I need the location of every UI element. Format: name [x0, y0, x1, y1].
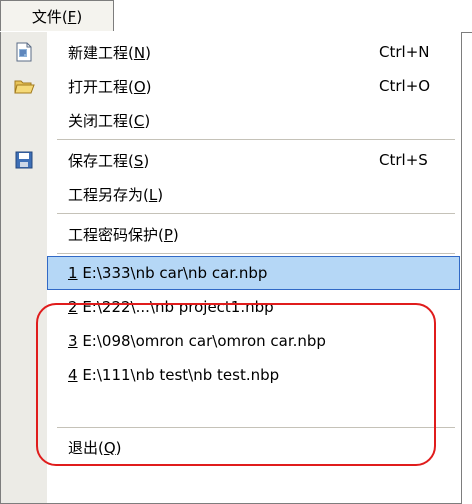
- shortcut-text: Ctrl+N: [379, 43, 430, 61]
- menu-item-exit[interactable]: 退出(Q): [1, 430, 461, 464]
- menu-item-save-as[interactable]: 工程另存为(L): [1, 177, 461, 211]
- recent-file-label: 2 E:\222\...\nb project1.nbp: [68, 298, 274, 316]
- menu-item-label: 工程密码保护(P): [68, 225, 179, 244]
- file-dropdown-menu: 新建工程(N) Ctrl+N 打开工程(O) Ctrl+O 关闭工程(C) 保存…: [0, 32, 462, 504]
- menu-item-close-project[interactable]: 关闭工程(C): [1, 103, 461, 137]
- recent-file-1[interactable]: 1 E:\333\nb car\nb car.nbp: [1, 256, 461, 290]
- menu-item-new-project[interactable]: 新建工程(N) Ctrl+N: [1, 35, 461, 69]
- open-folder-icon: [13, 75, 35, 97]
- recent-file-label: 4 E:\111\nb test\nb test.nbp: [68, 366, 280, 384]
- menu-item-label: 保存工程(S): [68, 151, 150, 170]
- menu-item-password-protect[interactable]: 工程密码保护(P): [1, 217, 461, 251]
- file-menu-button[interactable]: 文件(F): [0, 0, 114, 31]
- separator: [57, 139, 455, 140]
- menu-item-label: 关闭工程(C): [68, 111, 151, 130]
- separator: [57, 213, 455, 214]
- menu-item-label: 工程另存为(L): [68, 185, 164, 204]
- shortcut-text: Ctrl+O: [379, 77, 431, 95]
- menu-item-label: 打开工程(O): [68, 77, 152, 96]
- menu-item-label: 退出(Q): [68, 438, 122, 457]
- file-menu-label: 文件(F): [31, 7, 83, 26]
- recent-file-4[interactable]: 4 E:\111\nb test\nb test.nbp: [1, 358, 461, 392]
- separator: [57, 427, 455, 428]
- recent-file-label: 3 E:\098\omron car\omron car.nbp: [68, 332, 326, 350]
- recent-file-3[interactable]: 3 E:\098\omron car\omron car.nbp: [1, 324, 461, 358]
- new-project-icon: [13, 41, 35, 63]
- menu-item-open-project[interactable]: 打开工程(O) Ctrl+O: [1, 69, 461, 103]
- shortcut-text: Ctrl+S: [379, 151, 428, 169]
- menu-bar: 文件(F): [0, 0, 472, 33]
- floppy-disk-icon: [13, 149, 35, 171]
- recent-file-2[interactable]: 2 E:\222\...\nb project1.nbp: [1, 290, 461, 324]
- recent-file-label: 1 E:\333\nb car\nb car.nbp: [68, 264, 268, 282]
- separator: [57, 253, 455, 254]
- menu-item-label: 新建工程(N): [68, 43, 151, 62]
- menu-item-save-project[interactable]: 保存工程(S) Ctrl+S: [1, 143, 461, 177]
